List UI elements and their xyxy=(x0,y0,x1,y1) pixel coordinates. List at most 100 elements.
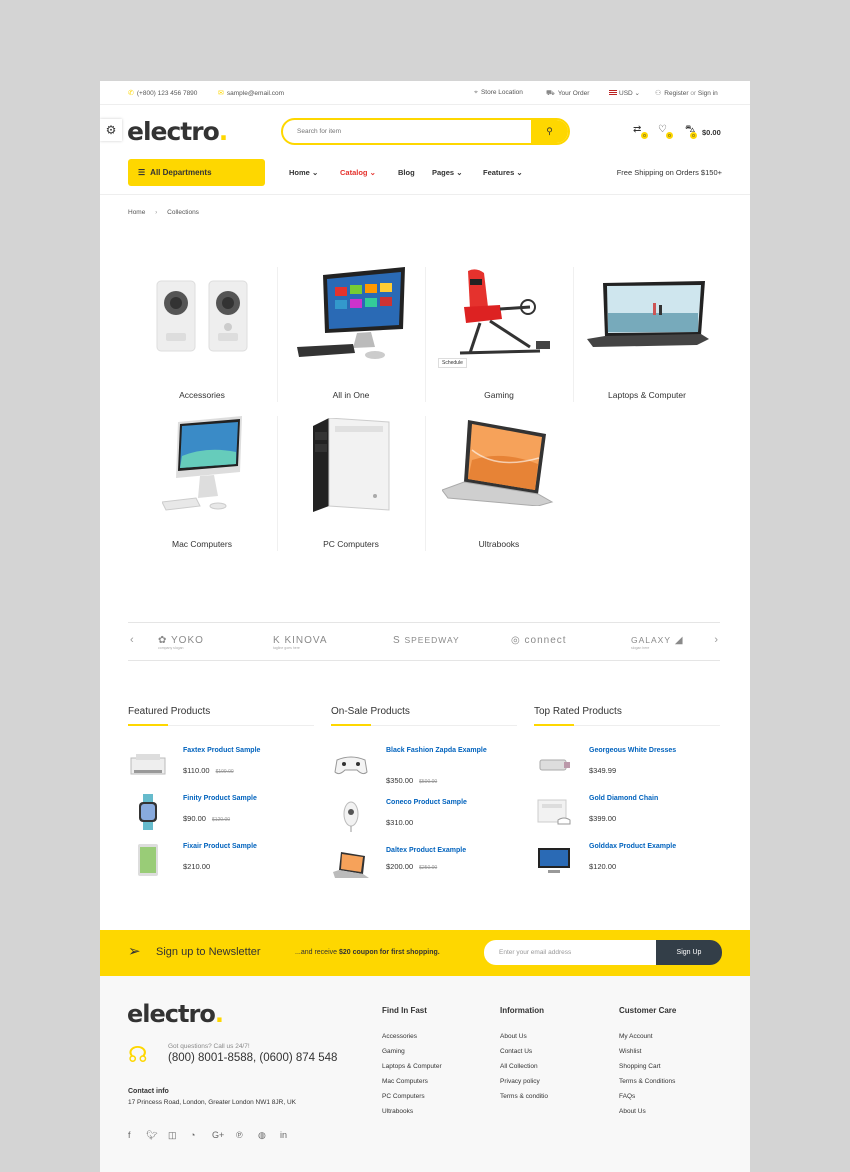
footer-link[interactable]: Wishlist xyxy=(619,1048,641,1055)
footer-link[interactable]: Contact Us xyxy=(500,1048,532,1055)
chevron-right-icon[interactable]: › xyxy=(714,634,718,646)
brand-speedway[interactable]: S SPEEDWAY xyxy=(393,635,460,646)
breadcrumb-home[interactable]: Home xyxy=(128,209,145,216)
all-departments-button[interactable]: ☰ All Departments xyxy=(128,159,265,186)
phone-link[interactable]: ✆ (+800) 123 456 7890 xyxy=(128,89,197,97)
footer-link[interactable]: Accessories xyxy=(382,1033,417,1040)
category-laptops-computer[interactable]: Laptops & Computer xyxy=(573,267,721,402)
product-name[interactable]: Finity Product Sample xyxy=(183,794,313,804)
smartwatch-thumbnail xyxy=(139,794,157,830)
product-item[interactable]: Gold Diamond Chain $399.00 xyxy=(534,794,720,836)
footer-link[interactable]: FAQs xyxy=(619,1093,635,1100)
product-item[interactable]: Coneco Product Sample $310.00 xyxy=(331,798,517,840)
search-input[interactable] xyxy=(283,120,533,143)
chevron-down-icon: ⌄ xyxy=(311,168,319,177)
nav-features[interactable]: Features ⌄ xyxy=(483,168,523,177)
footer-link[interactable]: Terms & Conditions xyxy=(619,1078,675,1085)
product-price: $350.00 $500.00 xyxy=(386,776,438,785)
product-name[interactable]: Golddax Product Example xyxy=(589,842,719,852)
store-location-link[interactable]: ⌖ Store Location xyxy=(474,89,523,97)
instagram-icon[interactable]: ◫ xyxy=(168,1130,177,1141)
yoko-logo-icon: ✿ xyxy=(158,635,168,646)
google-plus-icon[interactable]: G+ xyxy=(212,1130,224,1140)
footer-link[interactable]: About Us xyxy=(500,1033,527,1040)
footer-link[interactable]: Ultrabooks xyxy=(382,1108,413,1115)
category-ultrabooks[interactable]: Ultrabooks xyxy=(425,416,573,551)
compare-icon[interactable]: ⇄ 0 xyxy=(633,124,648,139)
product-item[interactable]: Finity Product Sample $90.00 $120.00 xyxy=(128,794,314,836)
footer-link[interactable]: About Us xyxy=(619,1108,646,1115)
email-link[interactable]: ✉ sample@email.com xyxy=(218,89,284,97)
chevron-right-icon: › xyxy=(155,209,158,216)
brand-galaxy[interactable]: GALAXY ◢ slogan here xyxy=(631,635,684,650)
product-name[interactable]: Black Fashion Zapda Example xyxy=(386,746,516,756)
search-icon: ⚲ xyxy=(546,126,553,136)
product-item[interactable]: Daltex Product Example $200.00 $250.00 xyxy=(331,846,517,888)
currency-select[interactable]: USD ⌄ xyxy=(609,89,640,97)
nav-home[interactable]: Home ⌄ xyxy=(289,168,318,177)
category-all-in-one[interactable]: All in One xyxy=(277,267,425,402)
cart-icon[interactable]: ⛍ 0 xyxy=(685,124,697,139)
category-mac-computers[interactable]: Mac Computers xyxy=(128,416,276,551)
nav-blog[interactable]: Blog xyxy=(398,168,415,177)
settings-gear-icon[interactable]: ⚙ xyxy=(100,119,122,141)
footer-link[interactable]: My Account xyxy=(619,1033,653,1040)
category-accessories[interactable]: Accessories xyxy=(128,267,276,402)
brand-kinova[interactable]: K KINOVA tagline goes here xyxy=(273,635,328,650)
brand-yoko[interactable]: ✿ YOKO company slogan xyxy=(158,635,204,650)
twitter-icon[interactable]: 🐦︎ xyxy=(146,1130,157,1141)
product-item[interactable]: Golddax Product Example $120.00 xyxy=(534,842,720,884)
category-pc-computers[interactable]: PC Computers xyxy=(277,416,425,551)
phone-icon: ✆ xyxy=(128,90,134,97)
footer-link[interactable]: Privacy policy xyxy=(500,1078,540,1085)
product-name[interactable]: Fixair Product Sample xyxy=(183,842,313,852)
chevron-left-icon[interactable]: ‹ xyxy=(130,634,134,646)
rss-icon[interactable]: ◔ xyxy=(190,1130,195,1140)
product-name[interactable]: Faxtex Product Sample xyxy=(183,746,313,756)
list-icon: ☰ xyxy=(138,168,146,177)
footer-link[interactable]: Laptops & Computer xyxy=(382,1063,442,1070)
sign-up-button[interactable]: Sign Up xyxy=(656,940,722,965)
page: ✆ (+800) 123 456 7890 ✉ sample@email.com ⌖… xyxy=(100,81,750,1172)
pinterest-icon[interactable]: ℗ xyxy=(236,1130,243,1140)
tablet-thumbnail xyxy=(138,844,158,876)
wishlist-heart-icon[interactable]: ♡ 0 xyxy=(658,124,673,139)
nav-catalog[interactable]: Catalog ⌄ xyxy=(340,168,376,177)
sign-in-link[interactable]: Sign in xyxy=(698,90,718,97)
product-name[interactable]: Gold Diamond Chain xyxy=(589,794,719,804)
footer-col-information: Information xyxy=(500,1006,544,1015)
chevron-down-icon: ⌄ xyxy=(456,168,463,177)
product-name[interactable]: Daltex Product Example xyxy=(386,846,516,856)
linkedin-icon[interactable]: in xyxy=(280,1130,287,1140)
on-sale-products-title: On-Sale Products xyxy=(331,706,410,717)
product-item[interactable]: Georgeous White Dresses $349.99 xyxy=(534,746,720,788)
laptop-thumbnail xyxy=(333,852,369,878)
register-link[interactable]: Register xyxy=(664,90,688,97)
schedule-badge[interactable]: Schedule xyxy=(438,358,467,368)
logo[interactable]: electro. xyxy=(127,117,228,146)
footer-link[interactable]: Terms & conditio xyxy=(500,1093,548,1100)
footer-logo[interactable]: electro. xyxy=(127,1000,224,1028)
newsletter-email-input[interactable]: Enter your email address xyxy=(484,940,656,965)
cart-total[interactable]: $0.00 xyxy=(702,128,721,137)
product-item[interactable]: Faxtex Product Sample $110.00 $199.00 xyxy=(128,746,314,788)
product-name[interactable]: Georgeous White Dresses xyxy=(589,746,719,756)
got-questions-text: Got questions? Call us 24/7! xyxy=(168,1043,250,1050)
product-item[interactable]: Fixair Product Sample $210.00 xyxy=(128,842,314,884)
divider xyxy=(128,724,314,726)
your-order-link[interactable]: ⛟ Your Order xyxy=(546,89,589,98)
product-name[interactable]: Coneco Product Sample xyxy=(386,798,516,808)
footer-link[interactable]: Gaming xyxy=(382,1048,405,1055)
search-button[interactable]: ⚲ xyxy=(531,120,568,143)
brand-connect[interactable]: ◎ connect xyxy=(511,635,567,646)
dribbble-icon[interactable]: ◍ xyxy=(258,1130,266,1141)
nav-pages[interactable]: Pages ⌄ xyxy=(432,168,463,177)
footer-link[interactable]: PC Computers xyxy=(382,1093,425,1100)
category-gaming[interactable]: Schedule Gaming xyxy=(425,267,573,402)
footer-link[interactable]: Mac Computers xyxy=(382,1078,428,1085)
gaming-chair-image xyxy=(459,269,550,355)
facebook-icon[interactable]: f xyxy=(128,1130,131,1140)
product-item[interactable]: Black Fashion Zapda Example $350.00 $500.… xyxy=(331,746,517,788)
footer-link[interactable]: All Collection xyxy=(500,1063,538,1070)
footer-link[interactable]: Shopping Cart xyxy=(619,1063,661,1070)
